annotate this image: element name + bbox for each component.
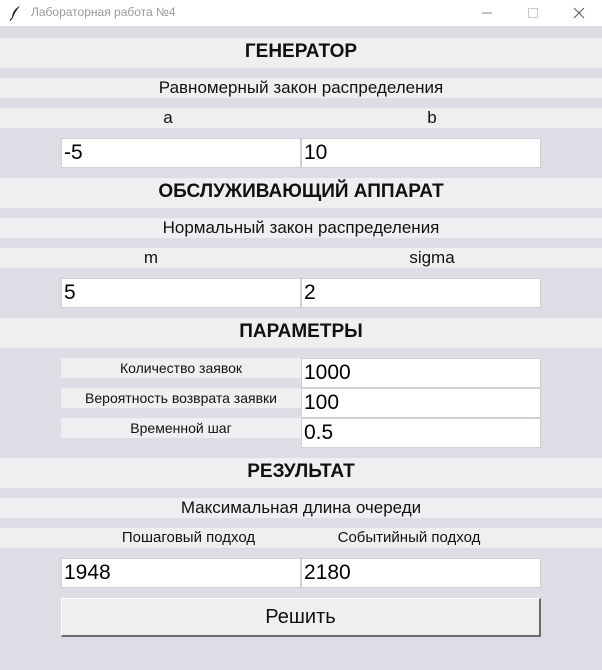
result-heading: РЕЗУЛЬТАТ [247, 461, 355, 482]
server-param-m-input[interactable] [61, 278, 301, 308]
time-step-input[interactable] [301, 418, 541, 448]
window-titlebar: Лабораторная работа №4 [0, 0, 602, 26]
return-probability-label: Вероятность возврата заявки [61, 388, 301, 408]
server-heading: ОБСЛУЖИВАЮЩИЙ АППАРАТ [158, 181, 444, 202]
close-icon [573, 7, 585, 19]
request-count-label: Количество заявок [61, 358, 301, 378]
generator-heading: ГЕНЕРАТОР [244, 41, 358, 62]
maximize-button[interactable] [510, 0, 556, 26]
return-probability-input[interactable] [301, 388, 541, 418]
result-subtitle: Максимальная длина очереди [180, 498, 422, 517]
generator-param-a-input[interactable] [61, 138, 301, 168]
generator-param-b-label: b [427, 108, 437, 127]
generator-param-b-input[interactable] [301, 138, 541, 168]
server-distribution-label: Нормальный закон распределения [162, 218, 440, 237]
event-approach-result-field[interactable] [301, 558, 541, 588]
event-approach-label: Событийный подход [337, 529, 481, 546]
step-approach-label: Пошаговый подход [121, 529, 256, 546]
solve-button[interactable]: Решить [61, 598, 541, 637]
close-button[interactable] [556, 0, 602, 26]
maximize-icon [528, 8, 538, 18]
request-count-input[interactable] [301, 358, 541, 388]
server-param-m-label: m [143, 248, 159, 267]
server-param-sigma-input[interactable] [301, 278, 541, 308]
step-approach-result-field[interactable] [61, 558, 301, 588]
time-step-label: Временной шаг [61, 418, 301, 438]
server-param-sigma-label: sigma [409, 248, 455, 267]
generator-param-a-label: a [163, 108, 173, 127]
window-title: Лабораторная работа №4 [31, 5, 176, 19]
minimize-icon [482, 12, 492, 14]
parameters-heading: ПАРАМЕТРЫ [239, 321, 363, 342]
minimize-button[interactable] [464, 0, 510, 26]
feather-app-icon [9, 6, 20, 21]
generator-distribution-label: Равномерный закон распределения [158, 78, 444, 97]
